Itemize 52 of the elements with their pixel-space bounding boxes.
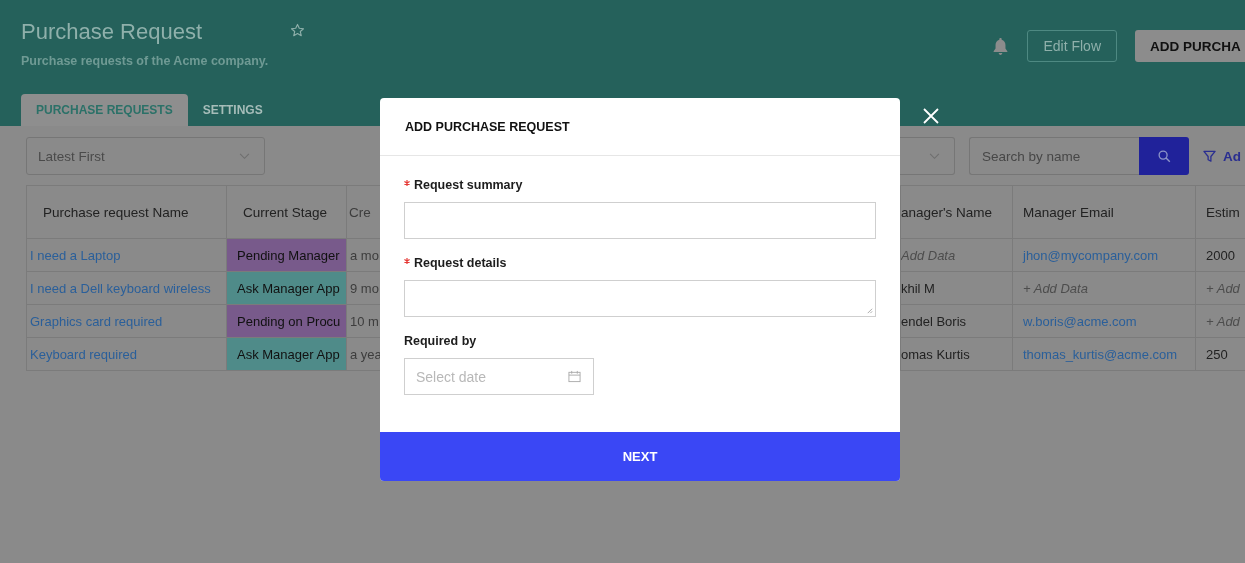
table-link[interactable]: thomas_kurtis@acme.com [1023, 346, 1178, 362]
stage-tag: Pending on Procu [227, 305, 347, 337]
page-title: Purchase Request [21, 19, 202, 45]
date-field[interactable]: Select date [404, 358, 594, 395]
column-header: Purchase request Name [27, 186, 227, 238]
table-link[interactable]: I need a Laptop [30, 247, 121, 263]
column-header: Estim [1205, 203, 1241, 222]
table-cell: endel Boris [901, 305, 1013, 337]
chevron-down-icon [239, 152, 250, 160]
text-area[interactable] [404, 280, 876, 317]
add-data-link[interactable]: + Add [1206, 280, 1240, 296]
search-field[interactable]: Search by name [969, 137, 1139, 175]
add-button[interactable]: ADD PURCHA [1135, 30, 1245, 62]
column-header: anager's Name [901, 186, 1013, 238]
field-label: Request details [414, 256, 507, 270]
resize-handle-icon[interactable] [866, 307, 873, 314]
field-label: Request summary [414, 178, 523, 192]
calendar-icon[interactable] [568, 370, 581, 383]
sort-dropdown[interactable]: Latest First [26, 137, 265, 175]
input-field[interactable] [404, 202, 876, 239]
table-cell-text: 250 [1205, 345, 1229, 364]
search-button[interactable] [1139, 137, 1189, 175]
edit-flow-button[interactable]: Edit Flow [1027, 30, 1117, 62]
table-link[interactable]: w.boris@acme.com [1023, 313, 1137, 329]
field-label: Required by [404, 334, 477, 348]
column-header: Current Stage [227, 186, 347, 238]
add-data-link[interactable]: + Add [1206, 313, 1240, 329]
chevron-down-icon [929, 152, 940, 160]
stage-tag: Ask Manager App [227, 338, 347, 370]
column-header: Manager Email [1013, 186, 1196, 238]
table-cell: khil M [901, 272, 1013, 304]
next-button[interactable]: NEXT [380, 432, 900, 481]
tab[interactable]: SETTINGS [187, 94, 278, 126]
close-icon[interactable] [923, 108, 939, 124]
table-cell-text: 2000 [1205, 246, 1236, 265]
add-data-link[interactable]: Add Data [901, 247, 956, 263]
page-subtitle: Purchase requests of the Acme company. [21, 54, 270, 68]
bell-icon[interactable] [992, 36, 1010, 56]
modal-title: ADD PURCHASE REQUEST [405, 119, 570, 134]
table-link[interactable]: jhon@mycompany.com [1023, 247, 1159, 263]
search-icon [1157, 149, 1171, 163]
filter-link[interactable]: Ad [1223, 148, 1241, 164]
stage-tag: Pending Manager [227, 239, 347, 271]
stage-tag: Ask Manager App [227, 272, 347, 304]
table-cell: omas Kurtis [901, 338, 1013, 370]
table-link[interactable]: I need a Dell keyboard wireless [30, 280, 211, 296]
star-icon[interactable] [290, 22, 305, 38]
filter-icon[interactable] [1203, 149, 1216, 163]
table-link[interactable]: Keyboard required [30, 346, 137, 362]
tab[interactable]: PURCHASE REQUESTS [21, 94, 188, 126]
add-data-link[interactable]: + Add Data [1023, 280, 1088, 296]
table-link[interactable]: Graphics card required [30, 313, 163, 329]
